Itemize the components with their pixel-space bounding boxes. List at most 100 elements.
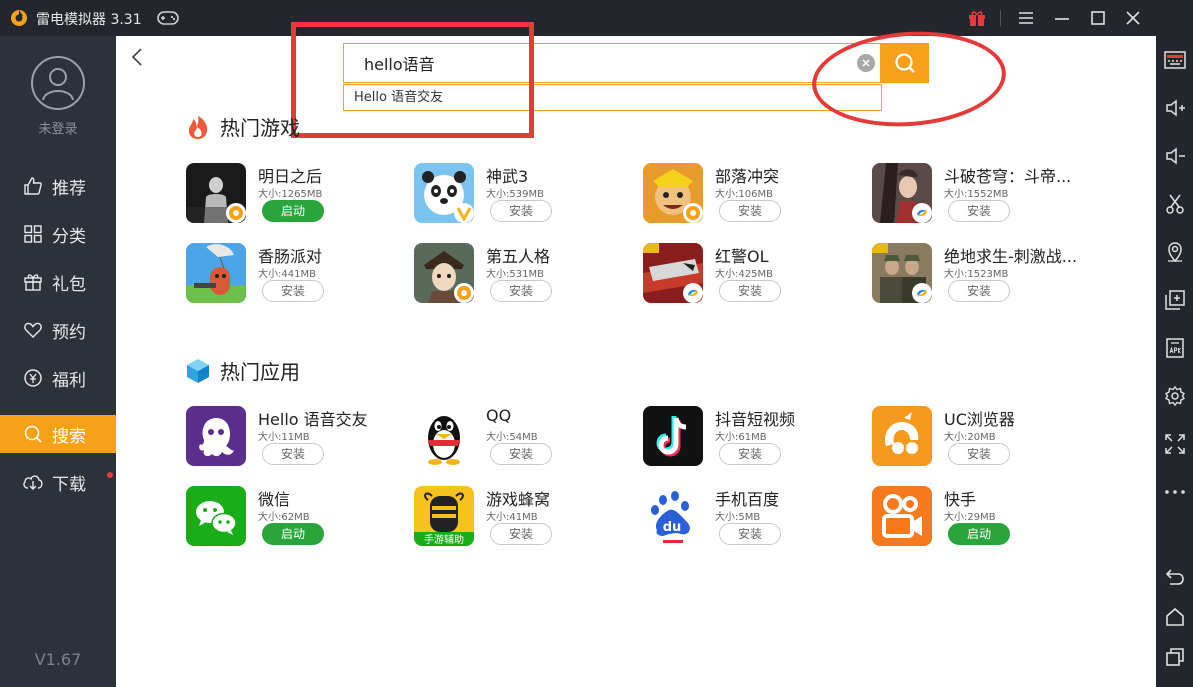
app-size: 大小:11MB [258, 432, 310, 443]
install-button[interactable]: 安装 [490, 200, 552, 222]
search-button[interactable] [881, 43, 929, 83]
volume-down-icon[interactable] [1162, 143, 1188, 169]
recent-apps-icon[interactable] [1162, 644, 1188, 670]
install-button[interactable]: 安装 [490, 523, 552, 545]
app-card-red-alert-ol[interactable]: 红警OL 大小:425MB 安装 [643, 243, 863, 307]
sidebar-item-category[interactable]: 分类 [0, 215, 116, 253]
app-size: 大小:29MB [944, 512, 996, 523]
sidebar-item-reserve[interactable]: 预约 [0, 311, 116, 349]
login-status[interactable]: 未登录 [0, 118, 116, 137]
section-title-text: 热门游戏 [220, 116, 300, 140]
sidebar-item-welfare[interactable]: 福利 [0, 359, 116, 397]
title-bar: 雷电模拟器 3.31 [0, 0, 1193, 36]
launch-button[interactable]: 启动 [262, 523, 324, 545]
app-card-shenwu3[interactable]: 神武3 大小:539MB 安装 [414, 163, 634, 227]
scissors-icon[interactable] [1162, 191, 1188, 217]
app-card-kuaishou[interactable]: 快手 大小:29MB 启动 [872, 486, 1092, 550]
app-card-qq[interactable]: QQ 大小:54MB 安装 [414, 406, 634, 470]
app-card-douyin[interactable]: 抖音短视频 大小:61MB 安装 [643, 406, 863, 470]
app-name: UC浏览器 [944, 410, 1015, 429]
app-store-main: Hello 语音交友 热门游戏 明日之后 大小:1265MB 启动 [116, 22, 1156, 687]
app-name: 手机百度 [715, 490, 780, 509]
install-button[interactable]: 安装 [262, 443, 324, 465]
location-icon[interactable] [1162, 239, 1188, 265]
install-button[interactable]: 安装 [719, 280, 781, 302]
app-name: 红警OL [715, 247, 769, 266]
sidebar-item-download[interactable]: 下载 [0, 463, 116, 501]
keyboard-icon[interactable] [1162, 47, 1188, 73]
app-card-mingrizhihou[interactable]: 明日之后 大小:1265MB 启动 [186, 163, 406, 227]
app-card-youxi-fengwo[interactable]: 手游辅助 游戏蜂窝 大小:41MB 安装 [414, 486, 634, 550]
app-card-wechat[interactable]: 微信 大小:62MB 启动 [186, 486, 406, 550]
fullscreen-icon[interactable] [1162, 431, 1188, 457]
gift-box-icon[interactable] [965, 6, 989, 30]
install-button[interactable]: 安装 [262, 280, 324, 302]
back-button[interactable] [126, 44, 148, 70]
launch-button[interactable]: 启动 [262, 200, 324, 222]
clear-search-button[interactable] [857, 54, 875, 72]
back-icon[interactable] [1162, 564, 1188, 590]
app-name: 香肠派对 [258, 247, 323, 266]
version-label: V1.67 [34, 650, 82, 669]
install-button[interactable]: 安装 [719, 200, 781, 222]
app-size: 大小:20MB [944, 432, 996, 443]
app-card-identity-v[interactable]: 第五人格 大小:531MB 安装 [414, 243, 634, 307]
app-name: 快手 [944, 490, 977, 509]
maximize-icon[interactable] [1086, 6, 1110, 30]
bee-banner-text: 手游辅助 [424, 533, 464, 546]
app-name: 游戏蜂窝 [486, 490, 551, 509]
app-name: 绝地求生-刺激战... [944, 247, 1078, 266]
sausage-man-icon [186, 243, 246, 303]
install-button[interactable]: 安装 [948, 280, 1010, 302]
app-size: 大小:62MB [258, 512, 310, 523]
home-icon[interactable] [1162, 604, 1188, 630]
sidebar-item-recommend[interactable]: 推荐 [0, 167, 116, 205]
gift-icon [22, 271, 44, 293]
volume-up-icon[interactable] [1162, 95, 1188, 121]
install-button[interactable]: 安装 [948, 200, 1010, 222]
app-card-pubg-mobile[interactable]: 绝地求生-刺激战... 大小:1523MB 安装 [872, 243, 1092, 307]
app-size: 大小:1523MB [944, 269, 1009, 280]
apk-install-icon[interactable] [1162, 335, 1188, 361]
app-size: 大小:425MB [715, 269, 773, 280]
uc-browser-icon [872, 406, 932, 466]
menu-icon[interactable] [1014, 6, 1038, 30]
avatar[interactable] [31, 56, 85, 110]
app-name: 抖音短视频 [715, 410, 796, 429]
gamepad-icon[interactable] [157, 10, 179, 26]
launch-button[interactable]: 启动 [948, 523, 1010, 545]
app-name: 明日之后 [258, 167, 323, 186]
sidebar-item-search[interactable]: 搜索 [0, 415, 116, 453]
install-button[interactable]: 安装 [719, 523, 781, 545]
app-card-uc-browser[interactable]: UC浏览器 大小:20MB 安装 [872, 406, 1092, 470]
app-card-sausage-man[interactable]: 香肠派对 大小:441MB 安装 [186, 243, 406, 307]
leidian-badge-icon [226, 203, 246, 223]
install-button[interactable]: 安装 [490, 443, 552, 465]
settings-icon[interactable] [1162, 383, 1188, 409]
app-card-clash-of-clans[interactable]: 部落冲突 大小:106MB 安装 [643, 163, 863, 227]
qq-icon [414, 406, 474, 466]
install-button[interactable]: 安装 [719, 443, 781, 465]
app-name: 斗破苍穹：斗帝... [944, 167, 1072, 186]
multi-instance-icon[interactable] [1162, 287, 1188, 313]
search-suggestion[interactable]: Hello 语音交友 [343, 84, 882, 111]
app-card-baidu[interactable]: du 手机百度 大小:5MB 安装 [643, 486, 863, 550]
verified-badge-icon [454, 203, 474, 223]
install-button[interactable]: 安装 [948, 443, 1010, 465]
close-icon[interactable] [1121, 6, 1145, 30]
more-icon[interactable] [1162, 479, 1188, 505]
app-size: 大小:441MB [258, 269, 316, 280]
hello-yuyin-icon [186, 406, 246, 466]
app-card-doupo[interactable]: 斗破苍穹：斗帝... 大小:1552MB 安装 [872, 163, 1092, 227]
notification-dot [107, 472, 113, 478]
app-card-hello-yuyin[interactable]: Hello 语音交友 大小:11MB 安装 [186, 406, 406, 470]
heart-icon [22, 319, 44, 341]
sidebar-item-gift[interactable]: 礼包 [0, 263, 116, 301]
tencent-badge-icon [683, 283, 703, 303]
clear-icon [862, 59, 870, 67]
minimize-icon[interactable] [1050, 6, 1074, 30]
tencent-badge-icon [912, 203, 932, 223]
kuaishou-icon [872, 486, 932, 546]
install-button[interactable]: 安装 [490, 280, 552, 302]
search-input[interactable] [344, 44, 849, 82]
